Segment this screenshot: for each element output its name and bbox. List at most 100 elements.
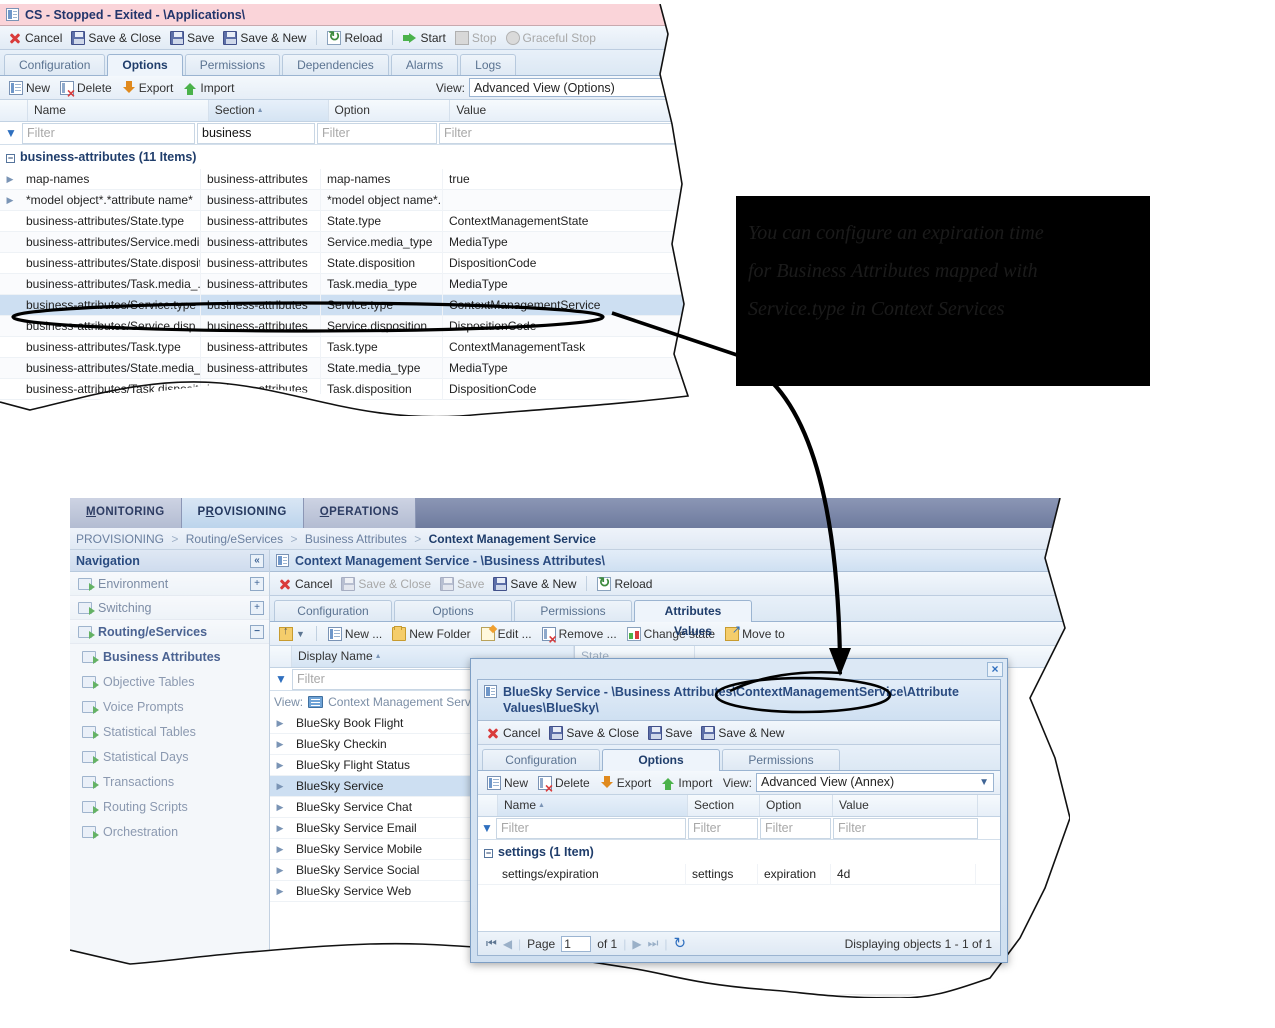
cancel-button[interactable]: Cancel	[5, 31, 65, 45]
column-header-option[interactable]: Option	[329, 100, 451, 121]
modal-cancel-button[interactable]: Cancel	[483, 726, 543, 740]
filter-funnel-icon[interactable]: ▼	[270, 672, 292, 686]
sidebar-item-statistical-days[interactable]: Statistical Days	[70, 744, 269, 769]
modal-delete-button[interactable]: Delete	[535, 775, 593, 795]
objects-view-value[interactable]: Context Management Serv	[328, 695, 471, 709]
navigate-up-button[interactable]: ▼	[276, 625, 308, 641]
table-row[interactable]: business-attributes/Service.disp... busin…	[0, 315, 688, 337]
detail-tab-attributes-values[interactable]: Attributes Values	[634, 600, 752, 638]
table-row[interactable]: ▶ map-names business-attributes map-names tr…	[0, 168, 688, 190]
filter-value-input[interactable]: Filter	[439, 122, 688, 144]
table-row[interactable]: business-attributes/Service.type business…	[0, 294, 688, 316]
row-expander-icon[interactable]: ▶	[270, 781, 290, 792]
collapse-box-icon[interactable]: −	[6, 154, 15, 163]
new-folder-button[interactable]: New Folder	[389, 625, 473, 641]
detail-cancel-button[interactable]: Cancel	[275, 577, 335, 591]
modal-filter-name-input[interactable]: Filter	[496, 817, 686, 839]
detail-tab-permissions[interactable]: Permissions	[514, 600, 632, 621]
modal-column-header-value[interactable]: Value	[833, 795, 978, 816]
row-expander-icon[interactable]: ▶	[270, 886, 290, 897]
modal-column-header-name[interactable]: Name	[498, 795, 688, 816]
table-row[interactable]: business-attributes/Task.disposit... busi…	[0, 378, 688, 400]
delete-option-button[interactable]: Delete	[57, 80, 115, 100]
edit-button[interactable]: Edit ...	[478, 626, 535, 641]
table-row[interactable]: settings/expiration settings expiration 4d	[478, 863, 1000, 885]
row-expander-icon[interactable]: ▶	[270, 760, 290, 771]
row-expander-icon[interactable]: ▶	[270, 865, 290, 876]
row-expander-icon[interactable]: ▶	[270, 739, 290, 750]
column-header-value[interactable]: Value	[450, 100, 688, 121]
sidebar-item-objective-tables[interactable]: Objective Tables	[70, 669, 269, 694]
group-header-business-attributes[interactable]: − business-attributes (11 Items)	[0, 145, 688, 169]
table-row[interactable]: business-attributes/Service.medi... busin…	[0, 231, 688, 253]
app-tab-operations[interactable]: OPERATIONS	[303, 498, 416, 528]
refresh-icon[interactable]: ↻	[674, 936, 687, 951]
save-button[interactable]: Save	[167, 30, 217, 45]
page-number-input[interactable]: 1	[561, 935, 592, 952]
move-to-button[interactable]: Move to	[722, 623, 788, 641]
tab-alarms[interactable]: Alarms	[390, 54, 459, 75]
modal-tab-permissions[interactable]: Permissions	[722, 749, 840, 770]
tab-logs[interactable]: Logs	[460, 54, 517, 75]
modal-filter-option-input[interactable]: Filter	[760, 817, 831, 839]
breadcrumb-provisioning[interactable]: PROVISIONING	[76, 532, 164, 546]
first-page-icon[interactable]: ⏮	[486, 936, 497, 951]
expand-toggle-button[interactable]: +	[250, 600, 264, 615]
view-select[interactable]: Advanced View (Options)	[469, 78, 688, 97]
tab-permissions[interactable]: Permissions	[184, 54, 281, 75]
column-header-name[interactable]: Name	[28, 100, 209, 121]
detail-save-and-new-button[interactable]: Save & New	[490, 576, 579, 591]
row-expander-icon[interactable]: ▶	[270, 718, 290, 729]
new-option-button[interactable]: New	[6, 80, 53, 95]
import-button[interactable]: Import	[180, 81, 237, 95]
modal-column-header-option[interactable]: Option	[760, 795, 833, 816]
modal-view-select[interactable]: Advanced View (Annex) ▼	[756, 773, 994, 792]
modal-save-button[interactable]: Save	[645, 725, 695, 740]
remove-button[interactable]: Remove ...	[539, 626, 620, 646]
detail-tab-options[interactable]: Options	[394, 600, 512, 621]
filter-option-input[interactable]: Filter	[317, 122, 437, 144]
modal-new-button[interactable]: New	[484, 775, 531, 790]
modal-import-button[interactable]: Import	[658, 776, 715, 790]
export-button[interactable]: Export	[119, 80, 177, 95]
expand-toggle-button[interactable]: −	[250, 624, 264, 639]
table-row[interactable]: business-attributes/Task.type business-at…	[0, 336, 688, 358]
breadcrumb-routing[interactable]: Routing/eServices	[186, 532, 283, 546]
collapse-box-icon[interactable]: −	[484, 849, 493, 858]
collapse-sidebar-button[interactable]: «	[250, 553, 264, 568]
modal-group-header-settings[interactable]: − settings (1 Item)	[478, 840, 1000, 864]
new-object-button[interactable]: New ...	[325, 626, 385, 641]
breadcrumb-business-attributes[interactable]: Business Attributes	[305, 532, 407, 546]
filter-name-input[interactable]: Filter	[22, 122, 195, 144]
modal-column-header-section[interactable]: Section	[688, 795, 760, 816]
table-row[interactable]: business-attributes/State.media_... busin…	[0, 357, 688, 379]
chevron-down-icon[interactable]: ▼	[296, 629, 305, 639]
row-expander-icon[interactable]: ▶	[270, 823, 290, 834]
sidebar-item-routing-scripts[interactable]: Routing Scripts	[70, 794, 269, 819]
expand-toggle-button[interactable]: +	[250, 576, 264, 591]
table-row[interactable]: business-attributes/Task.media_... busine…	[0, 273, 688, 295]
modal-tab-configuration[interactable]: Configuration	[482, 749, 600, 770]
reload-button[interactable]: Reload	[324, 28, 385, 45]
row-expander-icon[interactable]: ▶	[270, 844, 290, 855]
save-and-close-button[interactable]: Save & Close	[68, 30, 164, 45]
row-expander-icon[interactable]: ▶	[0, 195, 20, 206]
modal-filter-value-input[interactable]: Filter	[833, 817, 978, 839]
row-expander-icon[interactable]: ▶	[0, 174, 20, 185]
modal-tab-options[interactable]: Options	[602, 749, 720, 771]
close-icon[interactable]: ×	[987, 662, 1003, 677]
table-row[interactable]: ▶ *model object*.*attribute name* business…	[0, 189, 688, 211]
detail-tab-configuration[interactable]: Configuration	[274, 600, 392, 621]
last-page-icon[interactable]: ⏭	[648, 936, 659, 951]
filter-funnel-icon[interactable]: ▼	[0, 126, 22, 140]
nav-group-environment[interactable]: Environment +	[70, 572, 269, 596]
tab-options[interactable]: Options	[107, 54, 183, 76]
modal-save-and-new-button[interactable]: Save & New	[698, 725, 787, 740]
filter-funnel-icon[interactable]: ▼	[478, 821, 496, 835]
tab-configuration[interactable]: Configuration	[4, 54, 106, 75]
sidebar-item-business-attributes[interactable]: Business Attributes	[70, 644, 269, 669]
table-row[interactable]: business-attributes/State.type business-a…	[0, 210, 688, 232]
sidebar-item-transactions[interactable]: Transactions	[70, 769, 269, 794]
modal-filter-section-input[interactable]: Filter	[688, 817, 758, 839]
filter-section-input[interactable]: business	[197, 122, 315, 144]
